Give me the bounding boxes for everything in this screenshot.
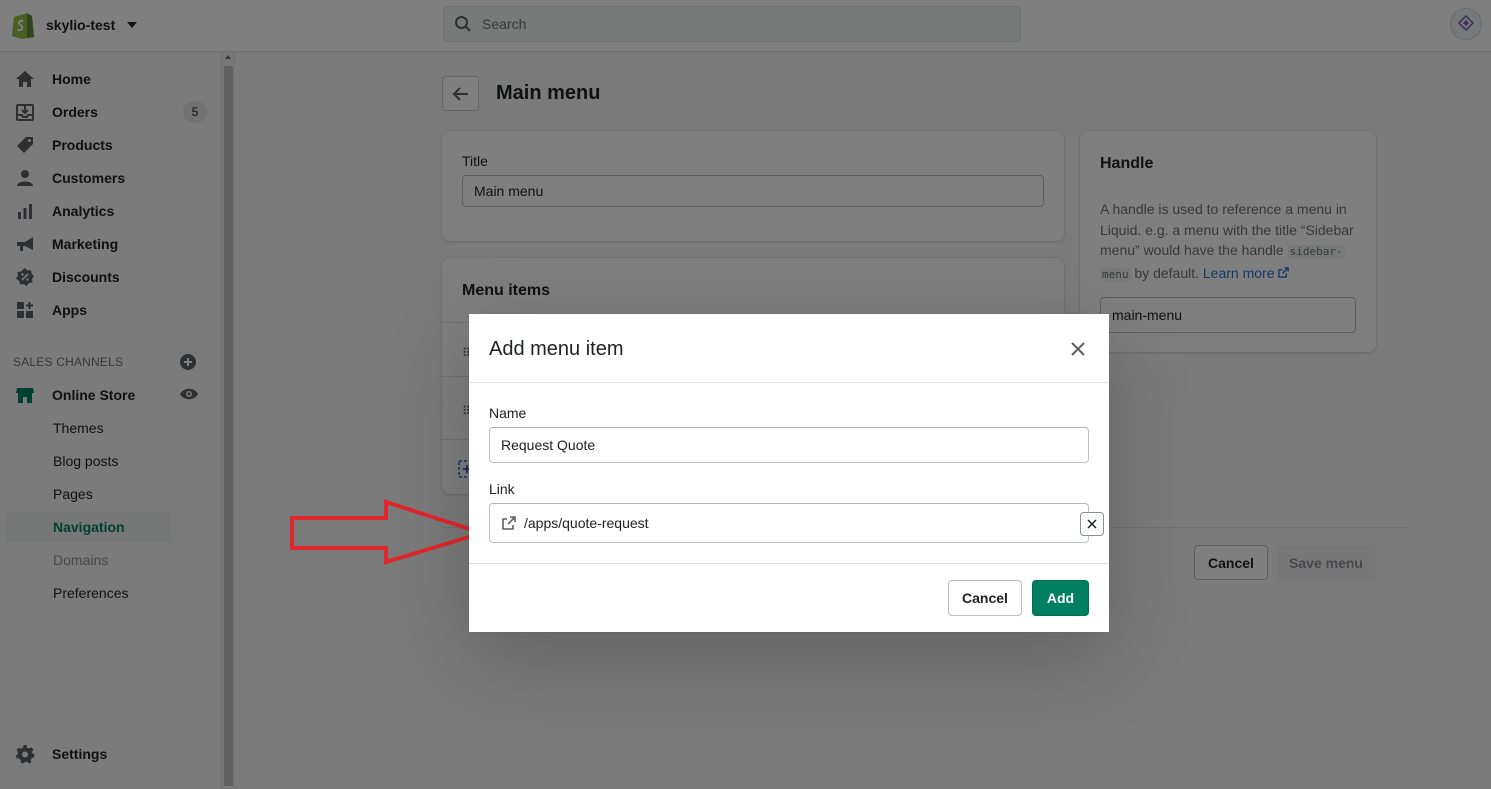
external-link-icon bbox=[502, 516, 516, 530]
link-field-value: /apps/quote-request bbox=[524, 515, 649, 531]
link-field-label: Link bbox=[489, 481, 515, 497]
name-field[interactable]: Request Quote bbox=[489, 427, 1089, 463]
add-menu-item-modal: Add menu item Name Request Quote Link /a… bbox=[469, 314, 1109, 632]
modal-footer-divider bbox=[469, 563, 1109, 564]
close-icon bbox=[1071, 342, 1085, 356]
clear-link-button[interactable] bbox=[1080, 512, 1104, 536]
modal-title: Add menu item bbox=[489, 338, 624, 360]
add-button[interactable]: Add bbox=[1032, 580, 1089, 616]
close-button[interactable] bbox=[1067, 338, 1089, 360]
link-field[interactable]: /apps/quote-request bbox=[489, 503, 1104, 543]
name-field-label: Name bbox=[489, 405, 527, 421]
name-field-value: Request Quote bbox=[501, 437, 596, 453]
modal-cancel-button[interactable]: Cancel bbox=[948, 580, 1022, 616]
modal-header-divider bbox=[469, 382, 1109, 383]
close-icon bbox=[1087, 519, 1097, 529]
red-arrow-annotation bbox=[290, 499, 488, 565]
